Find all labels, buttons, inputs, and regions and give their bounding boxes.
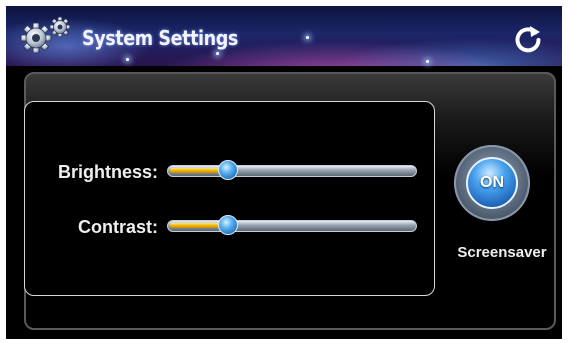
screensaver-toggle-text: ON [480, 174, 504, 191]
refresh-icon[interactable] [510, 22, 546, 58]
display-settings-box: Brightness: Contrast: [24, 101, 435, 296]
sparkle-decoration [126, 58, 129, 61]
sparkle-decoration [306, 36, 309, 39]
brightness-slider[interactable] [167, 160, 417, 180]
brightness-row: Brightness: [25, 160, 434, 186]
sparkle-decoration [216, 52, 219, 55]
screensaver-toggle-face: ON [466, 157, 518, 209]
sparkle-decoration [426, 60, 429, 63]
contrast-slider-handle[interactable] [218, 215, 238, 235]
screensaver-label: Screensaver [457, 244, 547, 261]
gears-icon [20, 16, 71, 54]
brightness-slider-handle[interactable] [218, 160, 238, 180]
contrast-label: Contrast: [78, 217, 158, 237]
header-bar: System Settings [6, 6, 562, 66]
contrast-row: Contrast: [25, 215, 434, 241]
contrast-slider[interactable] [167, 215, 417, 235]
screensaver-toggle-button[interactable]: ON [454, 145, 530, 221]
brightness-label: Brightness: [57, 162, 158, 182]
page-title: System Settings [82, 26, 238, 50]
